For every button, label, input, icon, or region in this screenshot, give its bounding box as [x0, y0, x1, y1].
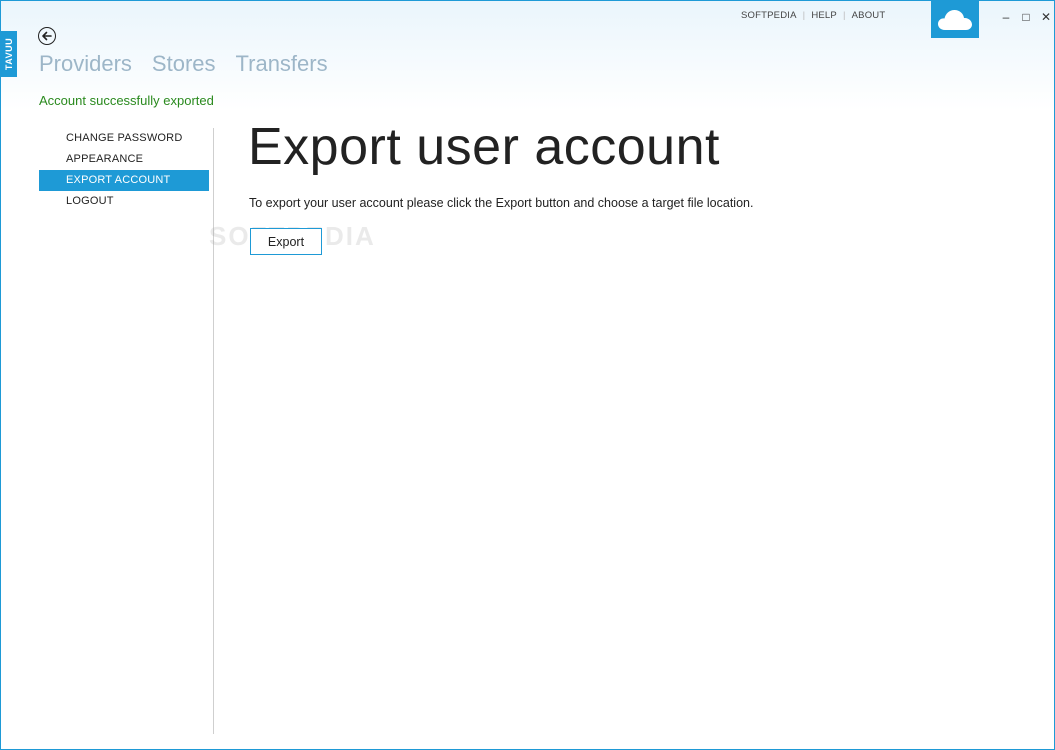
cloud-icon — [938, 9, 972, 30]
link-separator: | — [802, 10, 806, 21]
page-description: To export your user account please click… — [249, 196, 754, 210]
page-title: Export user account — [248, 118, 720, 176]
link-separator: | — [842, 10, 846, 21]
vertical-divider — [213, 128, 214, 734]
tab-stores[interactable]: Stores — [152, 51, 216, 77]
help-link[interactable]: HELP — [807, 10, 841, 21]
minimize-button[interactable]: – — [999, 9, 1013, 25]
side-tab[interactable]: TAVUU — [1, 31, 17, 77]
top-links: SOFTPEDIA | HELP | ABOUT — [737, 10, 889, 21]
menu-item-change-password[interactable]: CHANGE PASSWORD — [39, 128, 209, 149]
close-button[interactable]: ✕ — [1039, 9, 1053, 25]
menu-item-appearance[interactable]: APPEARANCE — [39, 149, 209, 170]
menu-item-logout[interactable]: LOGOUT — [39, 191, 209, 212]
main-nav: Providers Stores Transfers — [39, 51, 328, 77]
arrow-left-icon — [42, 31, 52, 41]
back-button[interactable] — [38, 27, 56, 45]
menu-item-export-account[interactable]: EXPORT ACCOUNT — [39, 170, 209, 191]
export-button[interactable]: Export — [250, 228, 322, 255]
tab-providers[interactable]: Providers — [39, 51, 132, 77]
status-message: Account successfully exported — [39, 93, 214, 108]
maximize-button[interactable]: □ — [1019, 9, 1033, 25]
cloud-tile[interactable] — [931, 1, 979, 38]
app-window: TAVUU Providers Stores Transfers SOFTPED… — [0, 0, 1055, 750]
side-tab-label: TAVUU — [4, 37, 15, 71]
tab-transfers[interactable]: Transfers — [236, 51, 328, 77]
softpedia-link[interactable]: SOFTPEDIA — [737, 10, 801, 21]
window-controls: – □ ✕ — [999, 9, 1053, 25]
settings-menu: CHANGE PASSWORD APPEARANCE EXPORT ACCOUN… — [39, 128, 209, 212]
about-link[interactable]: ABOUT — [848, 10, 890, 21]
